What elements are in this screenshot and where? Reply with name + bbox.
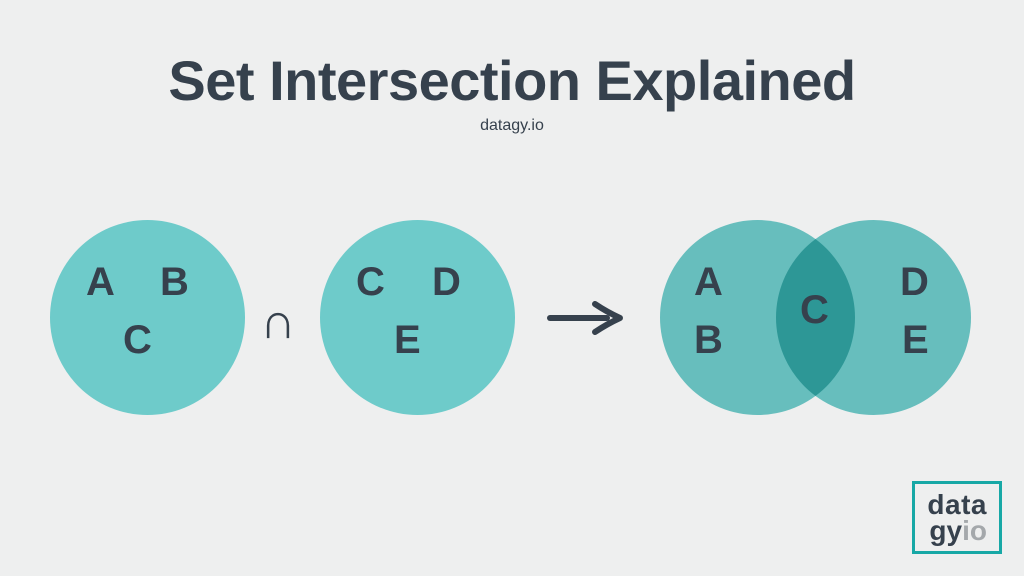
venn-right-element: D [900,260,929,305]
header: Set Intersection Explained datagy.io [0,0,1024,135]
venn-left-element: B [694,318,723,363]
logo-text-line2: gyio [927,518,987,545]
page-title: Set Intersection Explained [0,48,1024,113]
set-left-element: B [160,260,189,305]
datagy-logo: data gyio [912,481,1002,554]
venn-right-element: E [902,318,929,363]
logo-text-line1: data [927,492,987,519]
venn-left-element: A [694,260,723,305]
diagram: A B C ∩ C D E A B C D E [0,210,1024,470]
arrow-icon [545,298,625,343]
set-left-element: A [86,260,115,305]
logo-text-io: io [962,515,987,546]
intersection-operator: ∩ [260,292,296,350]
set-right-element: C [356,260,385,305]
venn-intersection-element: C [800,288,829,333]
set-left-element: C [123,318,152,363]
page-subtitle: datagy.io [0,117,1024,135]
set-right-element: D [432,260,461,305]
set-right-element: E [394,318,421,363]
logo-text-gy: gy [929,515,962,546]
